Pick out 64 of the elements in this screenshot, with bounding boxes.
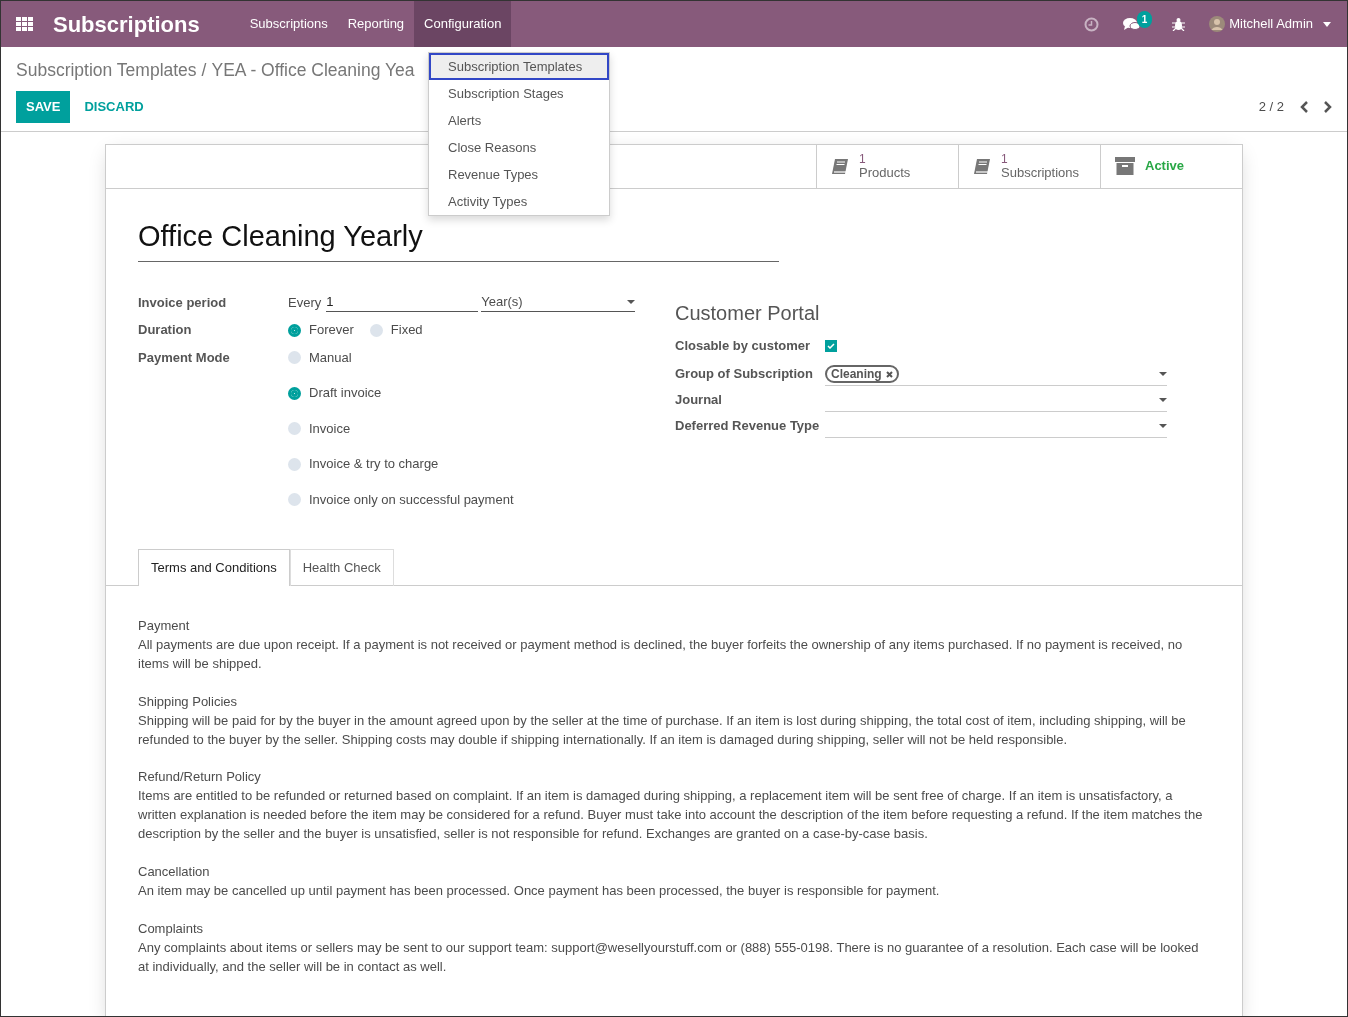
breadcrumb-separator: / — [201, 59, 207, 82]
field-label: Duration — [138, 321, 193, 340]
stat-button[interactable]: 1 Subscriptions — [958, 144, 1100, 188]
radio-option[interactable]: Fixed — [369, 320, 423, 340]
dropdown-item[interactable]: Activity Types — [429, 188, 609, 215]
field-label: Payment Mode — [138, 348, 231, 367]
paragraph: An item may be cancelled up until payment has been processed. Once payment has been processed, the buyer is responsible for payment. — [138, 881, 941, 900]
pager-text: 2 / 2 — [1258, 98, 1284, 117]
radio-option[interactable]: Invoice & try to charge — [288, 454, 514, 474]
section-heading: Complaints — [138, 919, 205, 938]
archive-box-icon — [1115, 157, 1135, 176]
radio-option[interactable]: Draft invoice — [288, 383, 514, 403]
menu-item[interactable]: Configuration — [414, 1, 512, 47]
every-label: Every — [288, 293, 322, 312]
radio-option[interactable]: Invoice — [288, 418, 514, 439]
clock-icon[interactable] — [1084, 16, 1100, 32]
number-field[interactable]: 1 — [326, 292, 479, 313]
close-icon[interactable] — [885, 370, 893, 378]
record-title: Office Cleaning Yearly — [138, 214, 779, 263]
chevron-right-icon[interactable] — [1324, 101, 1332, 113]
section-heading: Shipping Policies — [138, 692, 238, 711]
avatar-icon — [1209, 16, 1226, 32]
checkbox[interactable] — [825, 340, 837, 352]
radio-option[interactable]: Forever — [288, 320, 354, 340]
radio-option[interactable]: Invoice only on successful payment — [288, 489, 514, 510]
section-heading: Customer Portal — [675, 301, 821, 327]
bug-icon[interactable] — [1172, 17, 1186, 31]
tab[interactable]: Health Check — [289, 549, 394, 586]
unit-select[interactable]: Year(s) — [481, 292, 636, 313]
paragraph: Shipping will be paid for by the buyer in the amount agreed upon by the seller at the time of purchase. If an item is lost during shipping, the total cost of item, including shipping, will be refunded to the buyer by the seller. Shipping costs may double if shipping internationally. If an item is damaged during shipping, seller will not be held responsible. — [138, 711, 1187, 749]
section-heading: Payment — [138, 616, 191, 635]
dropdown-item[interactable]: Alerts — [429, 107, 609, 134]
message-count-badge: 1 — [1136, 11, 1153, 28]
paragraph: All payments are due upon receipt. If a payment is not received or payment method is declined, the buyer forfeits the ownership of any items purchased. If no payment is received, no items will be shipped. — [138, 635, 1184, 673]
section-heading: Cancellation — [138, 862, 211, 881]
radio-option[interactable]: Manual — [288, 347, 514, 368]
breadcrumb-link[interactable]: Subscription Templates — [16, 57, 197, 84]
app-title: Subscriptions — [53, 10, 200, 39]
caret-icon — [1323, 21, 1331, 27]
paragraph: Any complaints about items or sellers may be sent to our support team: support@wesellyourstuff.com or (888) 555-0198. There is no guarantee of a resolution. Each case will be looked at individually, and the seller will be in contact as well. — [138, 938, 1200, 976]
section-heading: Refund/Return Policy — [138, 767, 262, 786]
book-icon — [831, 157, 849, 175]
book-icon — [973, 157, 991, 175]
field-label: Journal — [675, 390, 723, 409]
field-label: Deferred Revenue Type — [675, 416, 820, 435]
dropdown-item[interactable]: Revenue Types — [429, 161, 609, 188]
select-field[interactable]: Cleaning — [825, 363, 1167, 386]
check-icon — [827, 343, 835, 349]
breadcrumb-current: YEA - Office Cleaning Yea — [211, 59, 415, 82]
chevron-left-icon[interactable] — [1300, 101, 1308, 113]
stat-button[interactable]: 1 Products — [816, 144, 958, 188]
dropdown-item[interactable]: Subscription Templates — [429, 53, 609, 80]
tag: Cleaning — [825, 365, 899, 384]
menu-item[interactable]: Subscriptions — [239, 1, 338, 47]
field-label: Group of Subscription — [675, 364, 814, 383]
user-menu-button[interactable]: Mitchell Admin — [1209, 14, 1331, 34]
apps-menu-icon[interactable] — [16, 17, 33, 31]
tab[interactable]: Terms and Conditions — [138, 549, 290, 586]
dropdown-item[interactable]: Close Reasons — [429, 134, 609, 161]
field-label: Invoice period — [138, 293, 228, 312]
field-label: Closable by customer — [675, 337, 812, 356]
menu-item[interactable]: Reporting — [337, 1, 415, 47]
paragraph: Items are entitled to be refunded or returned based on complaint. If an item is damaged during shipping, a replacement item will be sent free of charge. If an item is unsatisfactory, a written explanation is needed before the item may be considered for a refund. Buyer must take into account the description of the item before requesting a refund. If the item matches the description by the seller and the buyer is unsatisfied, seller is not responsible for refund. Exchanges are granted on a case-by-case basis. — [138, 786, 1204, 843]
dropdown-item[interactable]: Subscription Stages — [429, 80, 609, 107]
